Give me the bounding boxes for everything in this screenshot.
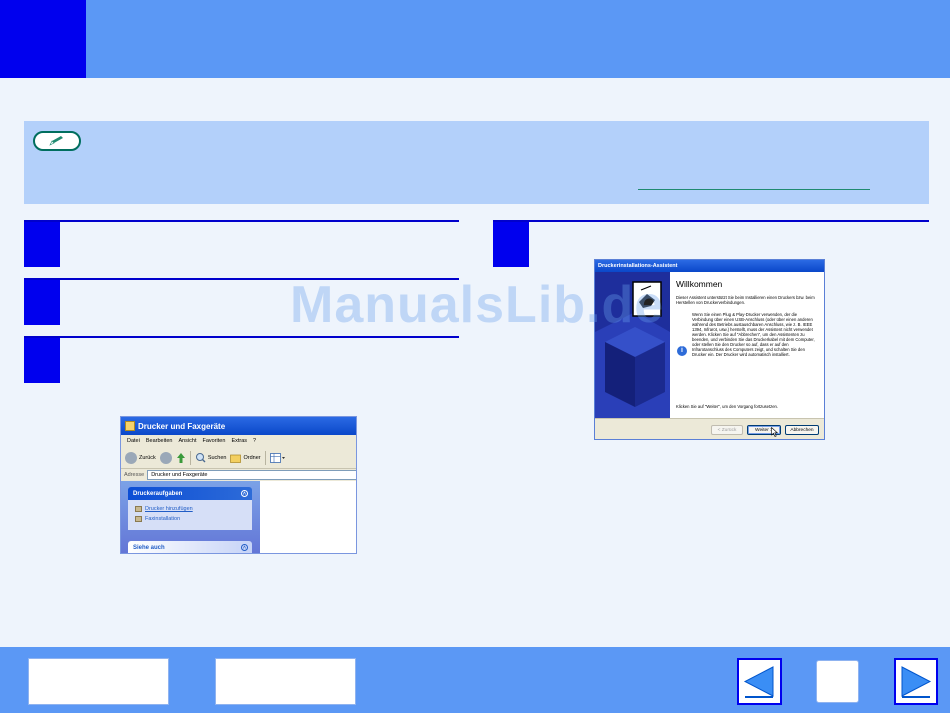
forward-arrow-icon[interactable] — [159, 451, 172, 464]
printer-tasks-header[interactable]: Druckeraufgaben ˄ — [128, 487, 252, 500]
next-page-button[interactable] — [894, 658, 938, 705]
printer-tasks-box: Druckeraufgaben ˄ Drucker hinzufügen Fax… — [128, 487, 252, 530]
pencil-icon — [49, 136, 63, 146]
collapse-chevron-icon[interactable]: ˄ — [241, 490, 248, 497]
folders-button[interactable]: Ordner — [230, 453, 261, 463]
wizard-continue-text: Klicken Sie auf "Weiter", um den Vorgang… — [676, 404, 779, 409]
footer-button-1[interactable] — [28, 658, 169, 705]
wizard-title: Druckerinstallations-Assistent — [598, 263, 678, 269]
contents-button[interactable] — [816, 660, 859, 703]
menu-help[interactable]: ? — [253, 438, 256, 444]
wizard-button-row: < Zurück Weiter > Abbrechen — [595, 418, 824, 439]
step-1-bar — [24, 220, 459, 222]
note-badge — [33, 131, 81, 151]
watermark: ManualsLib.de — [290, 276, 665, 334]
right-arrow-icon — [901, 666, 932, 698]
info-icon: i — [677, 346, 687, 356]
address-bar: Adresse Drucker und Faxgeräte — [121, 469, 356, 481]
menu-favoriten[interactable]: Favoriten — [203, 438, 226, 444]
up-folder-icon[interactable] — [176, 452, 186, 464]
search-button[interactable]: Suchen — [195, 452, 227, 463]
note-link-underline[interactable] — [638, 189, 870, 190]
step-3-number — [24, 338, 60, 383]
task-add-printer[interactable]: Drucker hinzufügen — [135, 504, 252, 514]
footer-button-2[interactable] — [215, 658, 356, 705]
task-fax-setup-label: Faxinstallation — [145, 516, 181, 522]
menu-datei[interactable]: Datei — [127, 438, 140, 444]
menu-extras[interactable]: Extras — [231, 438, 247, 444]
wizard-heading: Willkommen — [676, 279, 723, 289]
printer-tasks-title: Druckeraufgaben — [133, 490, 183, 497]
explorer-toolbar: Zurück Suchen Ordner — [121, 447, 356, 469]
toolbar-separator — [264, 450, 266, 465]
step-2-number — [24, 280, 60, 325]
step-1-number — [24, 222, 60, 267]
address-label: Adresse — [124, 472, 145, 478]
step-4-bar — [493, 220, 929, 222]
step-4-number — [493, 222, 529, 267]
see-also-title: Siehe auch — [133, 544, 165, 551]
see-also-box: Siehe auch ˄ — [128, 541, 252, 553]
back-arrow-icon — [125, 451, 137, 464]
left-arrow-icon — [743, 666, 774, 698]
address-field[interactable]: Drucker und Faxgeräte — [147, 470, 356, 480]
toolbar-separator — [189, 450, 191, 465]
add-printer-icon — [135, 506, 142, 512]
explorer-window: Drucker und Faxgeräte Datei Bearbeiten A… — [120, 416, 357, 554]
wizard-info-text: Wenn Sie einen Plug & Play-Drucker verwe… — [692, 312, 815, 357]
wizard-cancel-button[interactable]: Abbrechen — [785, 425, 819, 435]
task-add-printer-label: Drucker hinzufügen — [145, 506, 193, 512]
wizard-intro-text: Dieser Assistent unterstützt Sie beim In… — [676, 295, 815, 305]
folders-icon — [230, 454, 242, 463]
search-label: Suchen — [207, 454, 227, 461]
printer-tasks-list: Drucker hinzufügen Faxinstallation — [128, 500, 252, 530]
task-fax-setup[interactable]: Faxinstallation — [135, 514, 252, 524]
explorer-menubar: Datei Bearbeiten Ansicht Favoriten Extra… — [121, 435, 356, 447]
wizard-back-button[interactable]: < Zurück — [711, 425, 743, 435]
explorer-titlebar: Drucker und Faxgeräte — [121, 417, 356, 435]
wizard-titlebar: Druckerinstallations-Assistent — [595, 260, 824, 272]
folders-label: Ordner — [243, 454, 261, 461]
previous-page-button[interactable] — [737, 658, 782, 705]
step-3-bar — [24, 336, 459, 338]
printer-folder-icon — [125, 421, 135, 431]
collapse-chevron-icon[interactable]: ˄ — [241, 544, 248, 551]
header-chapter-marker — [0, 0, 86, 78]
menu-bearbeiten[interactable]: Bearbeiten — [146, 438, 173, 444]
search-icon — [195, 453, 206, 463]
view-grid-icon[interactable] — [269, 452, 286, 463]
see-also-header[interactable]: Siehe auch ˄ — [128, 541, 252, 553]
back-button[interactable]: Zurück — [125, 451, 156, 464]
task-pane: Druckeraufgaben ˄ Drucker hinzufügen Fax… — [121, 481, 260, 553]
note-box — [24, 121, 929, 204]
back-label: Zurück — [139, 454, 156, 461]
fax-icon — [135, 516, 142, 522]
header-bar — [0, 0, 950, 78]
wizard-content: Willkommen Dieser Assistent unterstützt … — [670, 272, 824, 418]
explorer-title: Drucker und Faxgeräte — [138, 421, 226, 431]
address-value: Drucker und Faxgeräte — [151, 472, 208, 478]
menu-ansicht[interactable]: Ansicht — [178, 438, 196, 444]
mouse-cursor-icon — [771, 427, 778, 437]
